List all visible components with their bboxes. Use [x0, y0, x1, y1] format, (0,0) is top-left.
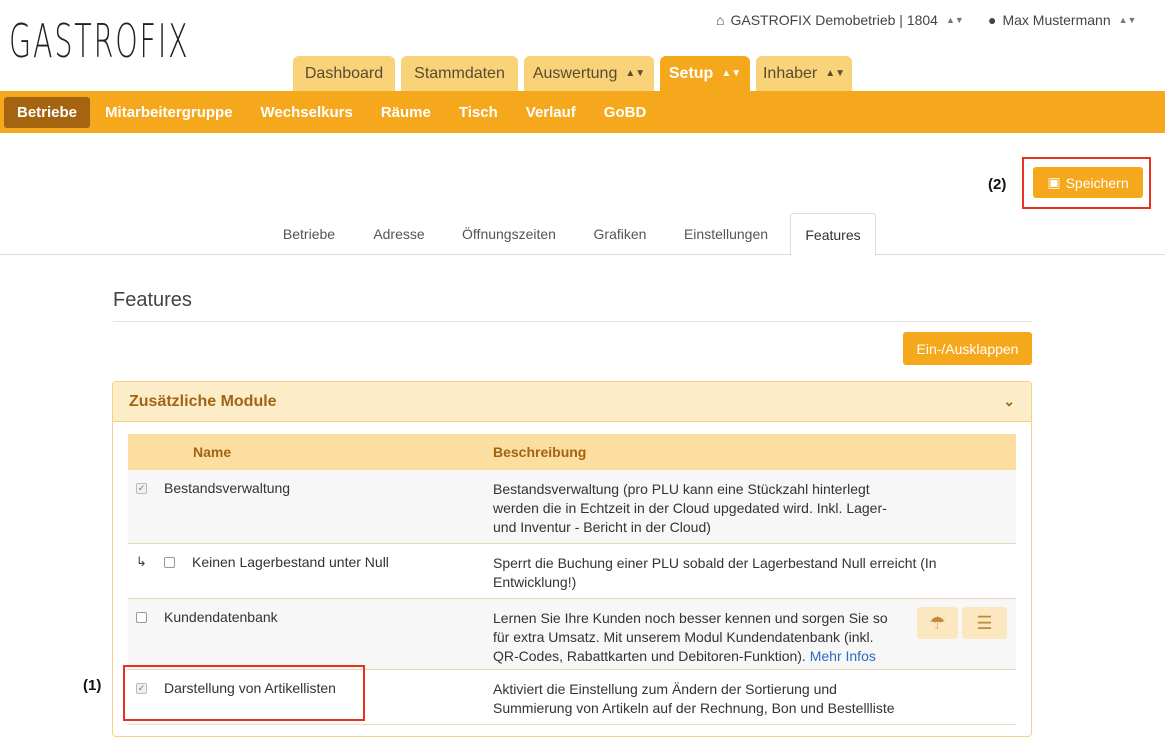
- business-label: GASTROFIX Demobetrieb | 1804: [730, 12, 938, 28]
- page-tabs: Betriebe Adresse Öffnungszeiten Grafiken…: [0, 213, 1165, 256]
- customer-figure-icon[interactable]: ☂: [917, 607, 958, 639]
- sort-icon: ▲▼: [625, 68, 646, 79]
- page-tab-betriebe[interactable]: Betriebe: [270, 213, 348, 255]
- row-description: Aktiviert die Einstellung zum Ändern der…: [493, 681, 895, 716]
- page-tab-adresse[interactable]: Adresse: [360, 213, 438, 255]
- more-info-link[interactable]: Mehr Infos: [810, 648, 876, 664]
- subnav-betriebe[interactable]: Betriebe: [4, 96, 91, 128]
- section-title: Features: [113, 289, 192, 311]
- user-icon: ●: [988, 12, 997, 28]
- sub-item-arrow-icon: ↳: [136, 554, 147, 569]
- tab-auswertung[interactable]: Auswertung ▲▼: [524, 56, 654, 91]
- checkbox-bestandsverwaltung[interactable]: ✓: [136, 482, 147, 494]
- subnav-mitarbeitergruppe[interactable]: Mitarbeitergruppe: [92, 97, 246, 128]
- column-description: Beschreibung: [493, 444, 587, 460]
- home-icon: ⌂: [716, 12, 725, 28]
- sort-icon: ▲▼: [825, 68, 846, 79]
- panel-title: Zusätzliche Module: [129, 392, 277, 410]
- subnav-wechselkurs[interactable]: Wechselkurs: [248, 97, 366, 128]
- tab-stammdaten[interactable]: Stammdaten: [401, 56, 518, 91]
- sort-icon: ▲▼: [1118, 15, 1137, 25]
- row-name: Kundendatenbank: [164, 609, 278, 625]
- row-description: Lernen Sie Ihre Kunden noch besser kenne…: [493, 610, 888, 664]
- annotation-label-row: (1): [83, 677, 102, 694]
- tab-dashboard[interactable]: Dashboard: [293, 56, 395, 91]
- tab-inhaber[interactable]: Inhaber ▲▼: [756, 56, 852, 91]
- subnav-raeume[interactable]: Räume: [368, 97, 444, 128]
- user-menu[interactable]: ● Max Mustermann ▲▼: [988, 12, 1136, 28]
- section-divider: [113, 321, 1032, 322]
- checkbox-kundendatenbank[interactable]: [136, 611, 147, 623]
- row-name: Bestandsverwaltung: [164, 480, 291, 496]
- row-description: Bestandsverwaltung (pro PLU kann eine St…: [493, 481, 887, 535]
- tab-setup[interactable]: Setup ▲▼: [660, 56, 750, 91]
- highlight-row-box: [123, 665, 365, 721]
- subnav-gobd[interactable]: GoBD: [591, 97, 660, 128]
- page-tab-oeffnungszeiten[interactable]: Öffnungszeiten: [450, 213, 568, 255]
- expand-collapse-button[interactable]: Ein-/Ausklappen: [903, 332, 1032, 365]
- table-row: Kundendatenbank Lernen Sie Ihre Kunden n…: [128, 599, 1016, 670]
- table-row: ✓ Bestandsverwaltung Bestandsverwaltung …: [128, 470, 1016, 544]
- user-name: Max Mustermann: [1002, 12, 1111, 28]
- chevron-down-icon[interactable]: ⌄: [1003, 393, 1015, 410]
- column-name: Name: [193, 444, 232, 460]
- subnav-tisch[interactable]: Tisch: [446, 97, 511, 128]
- highlight-save-box: [1022, 157, 1151, 209]
- main-tabs: Dashboard Stammdaten Auswertung ▲▼ Setup ▲…: [293, 56, 852, 91]
- checkbox-keinen-lagerbestand[interactable]: [164, 556, 175, 568]
- panel-header[interactable]: Zusätzliche Module ⌄: [113, 382, 1031, 422]
- annotation-label-save: (2): [988, 176, 1007, 193]
- gastrofix-logo[interactable]: GASTROFIX: [9, 14, 189, 68]
- row-name: Keinen Lagerbestand unter Null: [192, 554, 389, 570]
- sort-icon: ▲▼: [721, 68, 742, 79]
- page-tab-grafiken[interactable]: Grafiken: [580, 213, 660, 255]
- page-tab-einstellungen[interactable]: Einstellungen: [672, 213, 780, 255]
- sort-icon: ▲▼: [945, 15, 964, 25]
- card-list-icon[interactable]: ☰: [962, 607, 1007, 639]
- page-tab-features[interactable]: Features: [790, 213, 876, 256]
- subnav-verlauf[interactable]: Verlauf: [513, 97, 589, 128]
- business-selector[interactable]: ⌂ GASTROFIX Demobetrieb | 1804 ▲▼: [716, 12, 964, 28]
- row-description: Sperrt die Buchung einer PLU sobald der …: [493, 555, 937, 590]
- table-row: ↳ Keinen Lagerbestand unter Null Sperrt …: [128, 544, 1016, 599]
- table-header: Name Beschreibung: [128, 434, 1016, 470]
- setup-subnav: Betriebe Mitarbeitergruppe Wechselkurs R…: [0, 91, 1165, 133]
